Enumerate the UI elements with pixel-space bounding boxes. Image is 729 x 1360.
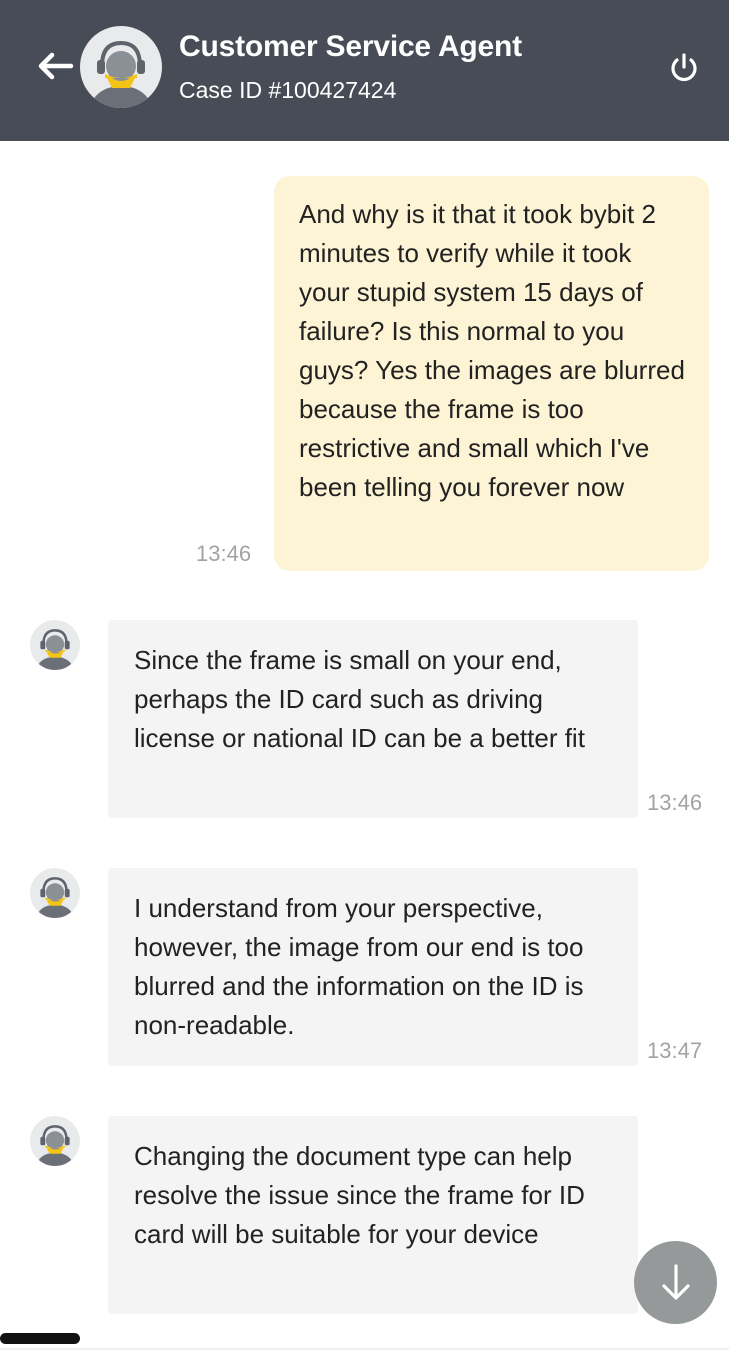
agent-message-bubble: I understand from your perspective, howe… xyxy=(108,868,638,1066)
agent-message-avatar xyxy=(30,620,80,670)
home-indicator xyxy=(0,1333,80,1344)
agent-headset-avatar xyxy=(91,40,151,108)
back-button[interactable] xyxy=(30,44,80,88)
agent-message-bubble: Since the frame is small on your end, pe… xyxy=(108,620,638,818)
agent-headset-avatar xyxy=(36,629,74,670)
agent-name-title: Customer Service Agent xyxy=(179,30,522,63)
end-chat-button[interactable] xyxy=(662,46,706,90)
scroll-to-bottom-button[interactable] xyxy=(634,1241,717,1324)
arrow-down-icon xyxy=(661,1263,690,1300)
chat-screen: Customer Service Agent Case ID #10042742… xyxy=(0,0,729,1360)
user-message-bubble: And why is it that it took bybit 2 minut… xyxy=(274,176,709,571)
message-time: 13:46 xyxy=(647,790,703,815)
agent-message-avatar xyxy=(30,868,80,918)
case-id-label: Case ID #100427424 xyxy=(179,77,397,103)
divider xyxy=(0,1348,729,1350)
agent-headset-avatar xyxy=(36,877,74,918)
chat-header: Customer Service Agent Case ID #10042742… xyxy=(0,0,729,141)
message-time: 13:46 xyxy=(196,541,252,566)
agent-headset-avatar xyxy=(36,1125,74,1166)
power-icon xyxy=(671,53,697,82)
message-time: 13:47 xyxy=(647,1038,703,1063)
agent-message-bubble: Changing the document type can help reso… xyxy=(108,1116,638,1314)
agent-message-avatar xyxy=(30,1116,80,1166)
back-arrow-icon xyxy=(38,52,74,80)
agent-avatar xyxy=(80,26,162,108)
